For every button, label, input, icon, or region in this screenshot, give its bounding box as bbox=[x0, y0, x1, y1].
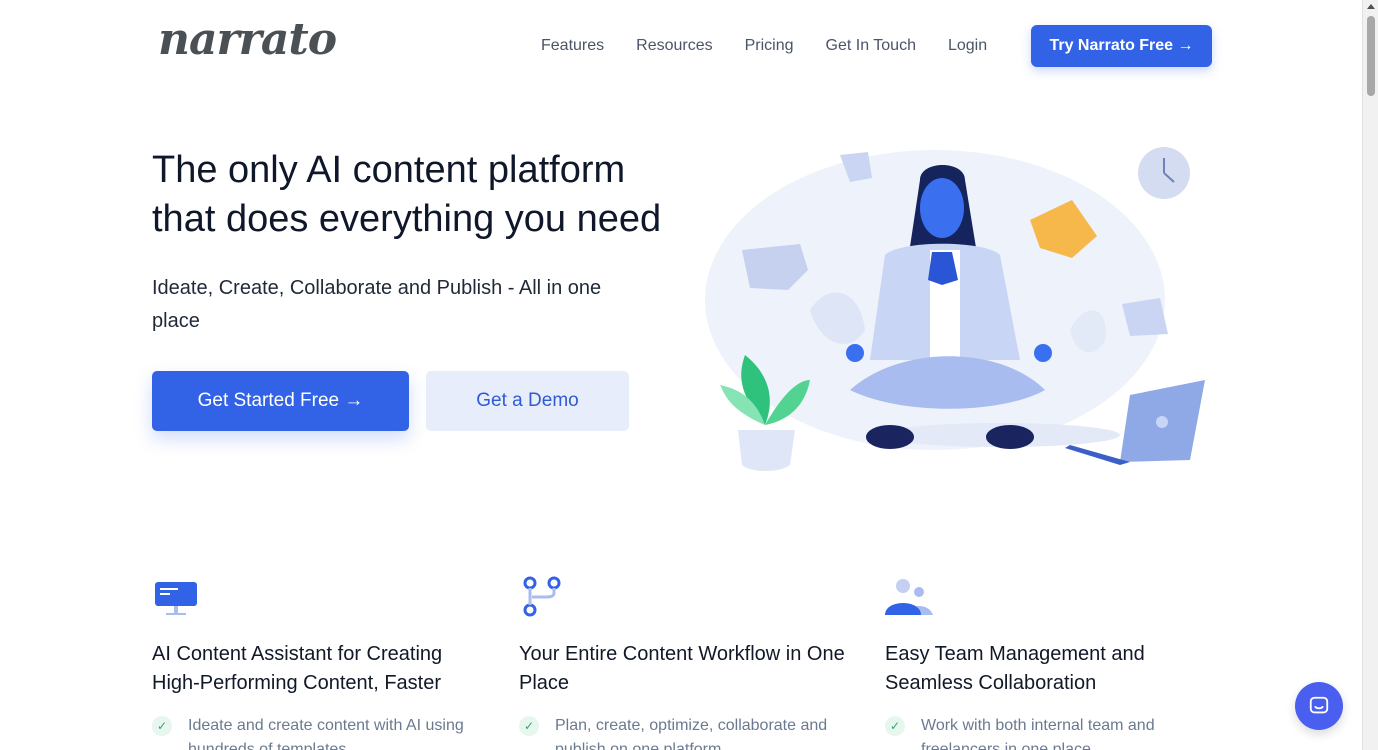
get-started-free-button[interactable]: Get Started Free → bbox=[152, 371, 409, 431]
feature-item-text: Ideate and create content with AI using … bbox=[188, 717, 464, 750]
feature-title: Easy Team Management and Seamless Collab… bbox=[885, 643, 1145, 694]
get-a-demo-button[interactable]: Get a Demo bbox=[426, 371, 629, 431]
check-icon: ✓ bbox=[152, 716, 172, 736]
meditating-woman-illustration bbox=[705, 147, 1205, 471]
team-icon bbox=[885, 579, 933, 615]
nav-get-in-touch[interactable]: Get In Touch bbox=[826, 37, 916, 55]
right-foot bbox=[986, 425, 1034, 449]
paper-right-icon bbox=[1122, 298, 1168, 336]
feature-item-text: Plan, create, optimize, collaborate and … bbox=[555, 717, 828, 750]
page-scrollbar[interactable] bbox=[1362, 0, 1378, 750]
scroll-up-arrow-icon[interactable] bbox=[1367, 4, 1375, 9]
workflow-icon bbox=[523, 576, 561, 617]
left-hand bbox=[846, 344, 864, 362]
nav-resources[interactable]: Resources bbox=[636, 37, 712, 55]
scrollbar-thumb[interactable] bbox=[1367, 16, 1375, 96]
feature-ai-content-assistant: AI Content Assistant for Creating High-P… bbox=[152, 575, 482, 750]
check-icon: ✓ bbox=[885, 716, 905, 736]
nav-pricing[interactable]: Pricing bbox=[745, 37, 794, 55]
nav-login[interactable]: Login bbox=[948, 37, 987, 55]
right-hand bbox=[1034, 344, 1052, 362]
main-nav: Features Resources Pricing Get In Touch … bbox=[525, 25, 1003, 67]
chat-launcher-button[interactable] bbox=[1295, 682, 1343, 730]
laptop-base-icon bbox=[1065, 445, 1130, 465]
hero-subtitle: Ideate, Create, Collaborate and Publish … bbox=[152, 277, 602, 332]
plant-pot bbox=[738, 430, 795, 471]
left-foot bbox=[866, 425, 914, 449]
feature-team-management: Easy Team Management and Seamless Collab… bbox=[885, 575, 1215, 750]
feature-list-item: ✓ Work with both internal team and freel… bbox=[885, 714, 1215, 750]
hero-title-line-2: that does everything you need bbox=[152, 198, 662, 240]
feature-content-workflow: Your Entire Content Workflow in One Plac… bbox=[519, 575, 849, 750]
check-icon: ✓ bbox=[519, 716, 539, 736]
monitor-icon bbox=[155, 582, 197, 615]
face bbox=[920, 178, 964, 238]
feature-list-item: ✓ Ideate and create content with AI usin… bbox=[152, 714, 482, 750]
narrato-logo[interactable]: narrato bbox=[158, 14, 337, 65]
feature-item-text: Work with both internal team and freelan… bbox=[921, 717, 1155, 750]
hero-title: The only AI content platform that does e… bbox=[152, 146, 712, 244]
feature-title: Your Entire Content Workflow in One Plac… bbox=[519, 643, 845, 694]
chat-icon bbox=[1309, 696, 1329, 714]
feature-title: AI Content Assistant for Creating High-P… bbox=[152, 643, 443, 694]
feature-list-item: ✓ Plan, create, optimize, collaborate an… bbox=[519, 714, 849, 750]
hero-title-line-1: The only AI content platform bbox=[152, 149, 626, 191]
nav-features[interactable]: Features bbox=[541, 37, 604, 55]
try-narrato-free-button[interactable]: Try Narrato Free → bbox=[1031, 25, 1212, 67]
